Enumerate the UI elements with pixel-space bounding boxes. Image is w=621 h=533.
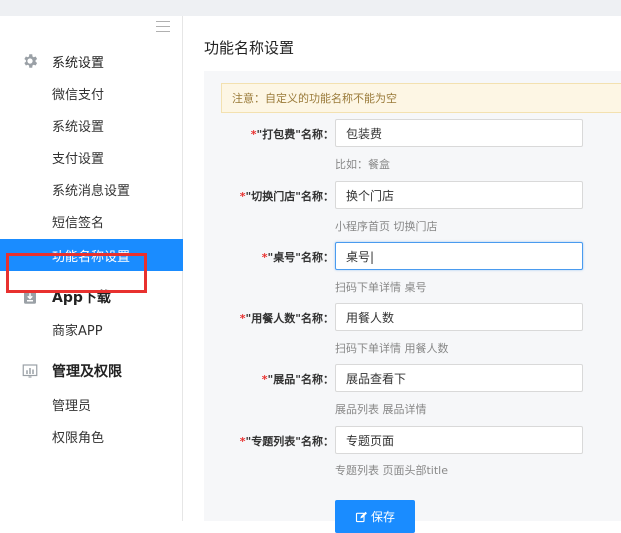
- sidebar: 系统设置 微信支付 系统设置 支付设置 系统消息设置 短信签名 功能名称设置 A…: [0, 16, 183, 521]
- sidebar-item-label: 微信支付: [52, 87, 105, 103]
- sidebar-group-title: App下载: [52, 290, 111, 306]
- field-label-text: "打包费"名称：: [256, 128, 334, 141]
- field-label-text: "专题列表"名称：: [245, 435, 334, 448]
- gear-icon: [24, 54, 38, 68]
- sidebar-item-label: 系统设置: [52, 119, 105, 135]
- diners-count-name-input[interactable]: [335, 303, 583, 331]
- field-label: *"展品"名称：: [204, 371, 334, 387]
- sidebar-item-label: 商家APP: [52, 323, 103, 339]
- sidebar-item-permission-roles[interactable]: 权限角色: [0, 420, 183, 452]
- sidebar-item-label: 管理员: [52, 398, 92, 414]
- field-label-text: "切换门店"名称：: [245, 190, 334, 203]
- sidebar-item-wechat-pay[interactable]: 微信支付: [0, 77, 183, 109]
- field-hint: 扫码下单详情 用餐人数: [335, 342, 449, 355]
- field-label: *"切换门店"名称：: [204, 188, 334, 204]
- sidebar-group-management[interactable]: 管理及权限: [0, 356, 183, 386]
- sidebar-item-merchant-app[interactable]: 商家APP: [0, 313, 183, 345]
- field-hint: 扫码下单详情 桌号: [335, 281, 427, 294]
- sidebar-item-system-settings[interactable]: 系统设置: [0, 109, 183, 141]
- page-title: 功能名称设置: [204, 39, 295, 57]
- sidebar-item-payment-settings[interactable]: 支付设置: [0, 141, 183, 173]
- field-hint: 比如：餐盒: [335, 158, 390, 171]
- field-hint: 专题列表 页面头部title: [335, 464, 449, 477]
- field-hint: 展品列表 展品详情: [335, 403, 427, 416]
- packing-fee-name-input[interactable]: [335, 119, 583, 147]
- sidebar-item-sms-signature[interactable]: 短信签名: [0, 205, 183, 237]
- table-number-name-input[interactable]: [335, 242, 583, 270]
- top-bar: [0, 0, 621, 16]
- sidebar-item-label: 系统消息设置: [52, 183, 131, 199]
- topic-list-name-input[interactable]: [335, 426, 583, 454]
- sidebar-item-system-message-settings[interactable]: 系统消息设置: [0, 173, 183, 205]
- field-label: *"打包费"名称：: [204, 126, 334, 142]
- field-label: *"桌号"名称：: [204, 249, 334, 265]
- field-label-text: "桌号"名称：: [267, 251, 334, 264]
- sidebar-item-label: 权限角色: [52, 430, 105, 446]
- field-label: *"用餐人数"名称：: [204, 310, 334, 326]
- field-label-text: "展品"名称：: [267, 373, 334, 386]
- sidebar-item-label: 支付设置: [52, 151, 105, 167]
- sidebar-group-system[interactable]: 系统设置: [0, 46, 183, 76]
- sidebar-item-function-name-settings[interactable]: 功能名称设置: [0, 239, 183, 271]
- menu-collapse-icon[interactable]: [156, 21, 170, 33]
- main-content: 功能名称设置 注意：自定义的功能名称不能为空 *"打包费"名称： 比如：餐盒 *…: [184, 16, 621, 533]
- sidebar-group-title: 管理及权限: [52, 364, 122, 380]
- chart-icon: [22, 364, 38, 378]
- sidebar-group-title: 系统设置: [52, 55, 105, 71]
- sidebar-group-app-download[interactable]: App下载: [0, 282, 183, 312]
- exhibit-name-input[interactable]: [335, 364, 583, 392]
- field-label: *"专题列表"名称：: [204, 433, 334, 449]
- sidebar-item-admins[interactable]: 管理员: [0, 388, 183, 420]
- save-button-label: 保存: [370, 510, 395, 524]
- download-icon: [24, 290, 36, 304]
- sidebar-item-label: 短信签名: [52, 215, 105, 231]
- field-label-text: "用餐人数"名称：: [245, 312, 334, 325]
- switch-store-name-input[interactable]: [335, 181, 583, 209]
- field-hint: 小程序首页 切换门店: [335, 220, 438, 233]
- notice-banner: 注意：自定义的功能名称不能为空: [221, 83, 621, 113]
- settings-form: 注意：自定义的功能名称不能为空 *"打包费"名称： 比如：餐盒 *"切换门店"名…: [204, 71, 621, 533]
- sidebar-item-label: 功能名称设置: [52, 249, 131, 265]
- save-button[interactable]: 保存: [335, 500, 415, 533]
